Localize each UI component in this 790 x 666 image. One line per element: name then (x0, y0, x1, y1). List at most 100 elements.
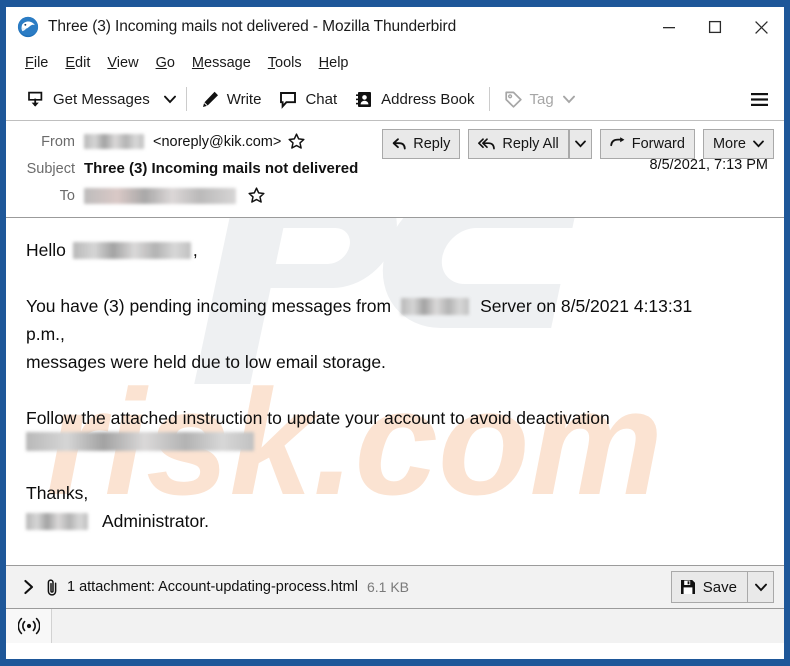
server-name-redacted (401, 297, 470, 315)
menu-view[interactable]: View (99, 53, 147, 73)
menu-tools[interactable]: Tools (260, 53, 311, 73)
tag-icon (504, 91, 522, 108)
get-messages-icon (28, 91, 43, 107)
menu-file[interactable]: File (17, 53, 57, 73)
write-button[interactable]: Write (192, 82, 271, 116)
body-line-5-redacted (26, 432, 254, 451)
maximize-button[interactable] (692, 7, 738, 48)
reply-label: Reply (413, 136, 451, 152)
star-icon[interactable] (248, 187, 265, 204)
reply-all-icon (478, 138, 496, 150)
thunderbird-window: Three (3) Incoming mails not delivered -… (0, 0, 790, 666)
body-signature: Administrator. (26, 507, 784, 535)
pencil-icon (202, 91, 218, 107)
minimize-icon (663, 27, 675, 29)
attachment-expand-button[interactable] (16, 573, 42, 601)
menu-bar: File Edit View Go Message Tools Help (6, 48, 784, 78)
window-title: Three (3) Incoming mails not delivered -… (48, 18, 457, 35)
forward-button[interactable]: Forward (599, 129, 695, 159)
forward-group: Forward (599, 129, 695, 159)
body-line-2: p.m., (26, 324, 65, 344)
address-book-icon (356, 91, 372, 107)
body-line-1-part1: You have (3) pending incoming messages f… (26, 296, 392, 316)
body-line-4: Follow the attached instruction to updat… (26, 408, 610, 428)
signature-suffix: Administrator. (102, 511, 209, 531)
toolbar-divider (185, 87, 187, 111)
forward-arrow-icon (610, 137, 625, 147)
from-address: <noreply@kik.com> (153, 133, 282, 150)
address-book-button[interactable]: Address Book (346, 82, 483, 116)
from-name-redacted (84, 134, 144, 149)
message-date: 8/5/2021, 7:13 PM (649, 157, 769, 173)
tag-button[interactable]: Tag (495, 82, 584, 116)
attachment-bar: 1 attachment: Account-updating-process.h… (6, 565, 784, 609)
chat-bubble-icon (280, 91, 297, 109)
attachment-summary: 1 attachment: Account-updating-process.h… (67, 579, 358, 595)
chevron-down-icon (163, 95, 176, 103)
to-address-redacted (84, 187, 236, 204)
hamburger-menu-icon (750, 92, 768, 106)
write-label: Write (226, 90, 262, 108)
save-attachment-button[interactable]: Save (670, 571, 748, 603)
reply-all-dropdown[interactable] (568, 129, 592, 159)
more-group: More (702, 129, 774, 159)
attachment-save-group: Save (670, 571, 774, 603)
chevron-right-icon (24, 579, 34, 595)
from-value: <noreply@kik.com> (84, 133, 305, 150)
message-action-buttons: Reply Reply All Forward More (382, 129, 774, 159)
reply-icon (392, 138, 406, 150)
body-line-3: messages were held due to low email stor… (26, 352, 386, 372)
close-button[interactable] (738, 7, 784, 48)
menu-edit[interactable]: Edit (57, 53, 99, 73)
body-greeting: Hello , (26, 236, 784, 264)
window-controls (646, 7, 784, 48)
to-value (84, 187, 265, 204)
body-signoff: Thanks, (26, 483, 89, 503)
reply-all-group: Reply All (468, 129, 592, 159)
minimize-button[interactable] (646, 7, 692, 48)
menu-go[interactable]: Go (148, 53, 184, 73)
reply-all-button[interactable]: Reply All (468, 129, 569, 159)
chevron-down-icon (562, 95, 575, 103)
body-line-1: You have (3) pending incoming messages f… (26, 292, 784, 320)
get-messages-label: Get Messages (53, 90, 150, 108)
to-label: To (59, 187, 75, 204)
paperclip-icon (47, 578, 57, 596)
menu-help[interactable]: Help (311, 53, 358, 73)
connection-status-button[interactable] (6, 609, 52, 643)
body-spacer-1 (26, 264, 784, 292)
more-button[interactable]: More (702, 129, 774, 159)
message-body: risk.com Hello , You have (3) pending in… (6, 218, 784, 565)
get-messages-dropdown[interactable] (159, 82, 181, 116)
save-attachment-dropdown[interactable] (748, 571, 774, 603)
greeting-suffix: , (192, 240, 198, 260)
to-row: To (6, 182, 784, 209)
body-line-5 (26, 432, 784, 451)
address-book-label: Address Book (381, 90, 475, 108)
body-spacer-2 (26, 376, 784, 404)
chat-button[interactable]: Chat (270, 82, 346, 116)
save-disk-icon (680, 580, 695, 594)
greeting-prefix: Hello (26, 240, 66, 260)
subject-row: Subject Three (3) Incoming mails not del… (6, 155, 784, 182)
menu-message[interactable]: Message (184, 53, 260, 73)
reply-all-label: Reply All (502, 136, 559, 152)
main-toolbar: Get Messages Write Chat Address Book Tag (6, 78, 784, 121)
broadcast-icon (17, 617, 40, 635)
from-label: From (41, 133, 75, 150)
tag-label: Tag (529, 90, 554, 108)
signature-name-redacted (26, 512, 88, 530)
get-messages-button[interactable]: Get Messages (18, 82, 159, 116)
chevron-down-icon (753, 140, 764, 148)
app-menu-button[interactable] (744, 83, 774, 115)
title-bar: Three (3) Incoming mails not delivered -… (6, 7, 784, 48)
greeting-name-redacted (72, 241, 191, 259)
forward-label: Forward (631, 136, 685, 152)
reply-button[interactable]: Reply (382, 129, 461, 159)
more-label: More (712, 136, 746, 152)
thunderbird-icon (17, 16, 39, 38)
toolbar-divider-2 (488, 87, 490, 111)
subject-label: Subject (26, 160, 75, 177)
star-icon[interactable] (288, 133, 305, 150)
maximize-icon (708, 20, 722, 34)
